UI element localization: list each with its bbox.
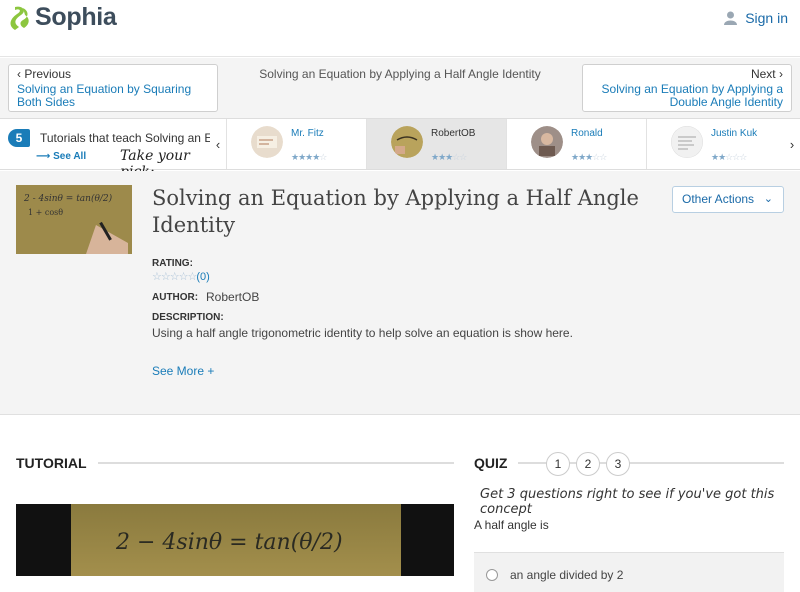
carousel-card-selected[interactable]: RobertOB ★★★☆☆	[366, 119, 506, 169]
rating-label: RATING:	[152, 258, 193, 269]
logo-text: Sophia	[35, 3, 117, 31]
tutor-avatar	[391, 126, 423, 158]
tutorial-carousel: 5 Tutorials that teach Solving an E ⟶ Se…	[0, 118, 800, 180]
tutorial-count-badge: 5	[8, 129, 30, 147]
previous-link: Solving an Equation by Squaring Both Sid…	[17, 82, 192, 109]
sophia-logo[interactable]: Sophia	[9, 3, 117, 32]
description-label: DESCRIPTION:	[152, 312, 224, 323]
arrow-right-icon: ⟶	[36, 151, 54, 162]
tutorial-divider	[98, 462, 454, 464]
see-more-link[interactable]: See More +	[152, 364, 214, 378]
tutorial-heading: TUTORIAL	[16, 455, 87, 471]
description-text: Using a half angle trigonometric identit…	[152, 326, 573, 340]
current-tutorial-title: Solving an Equation by Applying a Half A…	[259, 67, 541, 81]
other-actions-dropdown[interactable]: Other Actions ⌄	[672, 186, 784, 213]
carousel-card[interactable]: Ronald ★★★☆☆	[506, 119, 646, 169]
tutor-avatar	[671, 126, 703, 158]
next-link: Solving an Equation by Applying a Double…	[601, 82, 783, 109]
sign-in-label: Sign in	[745, 10, 788, 26]
empty-stars-icon: ☆☆☆☆☆	[152, 271, 197, 283]
tutor-avatar	[531, 126, 563, 158]
quiz-question-3[interactable]: 3	[606, 452, 630, 476]
carousel-prev-arrow[interactable]: ‹	[210, 119, 226, 169]
author-label: AUTHOR:	[152, 292, 199, 303]
quiz-heading: QUIZ	[474, 455, 508, 471]
tutor-avatar	[251, 126, 283, 158]
quiz-hint: Get 3 questions right to see if you've g…	[480, 487, 775, 517]
tutor-name: Justin Kuk	[711, 128, 758, 139]
quiz-question-1[interactable]: 1	[546, 452, 570, 476]
quiz-question-text: A half angle is	[474, 518, 549, 532]
video-whiteboard-text: 2 − 4sinθ = tan(θ/2)	[116, 530, 343, 555]
see-all-link[interactable]: ⟶ See All	[36, 151, 86, 162]
quiz-answer-option[interactable]: an angle divided by 2	[474, 552, 784, 592]
rating-stars: ★★★☆☆	[571, 152, 607, 162]
svg-text:1 + cosθ: 1 + cosθ	[28, 208, 63, 217]
answer-text: an angle divided by 2	[510, 568, 624, 582]
previous-tutorial-button[interactable]: ‹ Previous Solving an Equation by Squari…	[8, 64, 218, 112]
user-icon	[724, 11, 738, 25]
next-tutorial-button[interactable]: Next › Solving an Equation by Applying a…	[582, 64, 792, 112]
chevron-down-icon: ⌄	[763, 193, 773, 205]
other-actions-label: Other Actions	[682, 192, 755, 206]
rating-stars: ★★☆☆☆	[711, 152, 747, 162]
tutorial-title: Solving an Equation by Applying a Half A…	[152, 186, 639, 237]
tutor-name: Ronald	[571, 128, 603, 139]
carousel-next-arrow[interactable]: ›	[784, 119, 800, 169]
svg-text:2 - 4sinθ = tan(θ/2): 2 - 4sinθ = tan(θ/2)	[23, 193, 113, 204]
tutor-name: Mr. Fitz	[291, 128, 324, 139]
carousel-card[interactable]: Justin Kuk ★★☆☆☆	[646, 119, 786, 169]
tutorial-nav: ‹ Previous Solving an Equation by Squari…	[0, 58, 800, 118]
carousel-card[interactable]: Mr. Fitz ★★★★☆	[226, 119, 366, 169]
rating-count: (0)	[196, 271, 210, 283]
sign-in-link[interactable]: Sign in	[724, 10, 788, 26]
rating-stars: ★★★★☆	[291, 152, 327, 162]
previous-label: Previous	[24, 67, 72, 81]
next-chevron-icon: ›	[775, 67, 783, 81]
sophia-logo-icon	[10, 6, 29, 30]
tutor-name: RobertOB	[431, 128, 476, 139]
carousel-title: Tutorials that teach Solving an E	[40, 131, 210, 145]
tutorial-video[interactable]: 2 − 4sinθ = tan(θ/2)	[16, 504, 454, 576]
radio-button[interactable]	[486, 569, 498, 581]
tutorial-info: 2 - 4sinθ = tan(θ/2) 1 + cosθ Solving an…	[0, 171, 800, 415]
rating-value[interactable]: ☆☆☆☆☆(0)	[152, 270, 210, 283]
rating-stars: ★★★☆☆	[431, 152, 467, 162]
tutorial-thumbnail[interactable]: 2 - 4sinθ = tan(θ/2) 1 + cosθ	[16, 185, 132, 254]
carousel-intro: 5 Tutorials that teach Solving an E ⟶ Se…	[0, 119, 210, 180]
author-name: RobertOB	[206, 290, 260, 304]
quiz-question-2[interactable]: 2	[576, 452, 600, 476]
next-label: Next	[750, 67, 776, 81]
site-header: Sophia Sign in	[0, 0, 800, 57]
